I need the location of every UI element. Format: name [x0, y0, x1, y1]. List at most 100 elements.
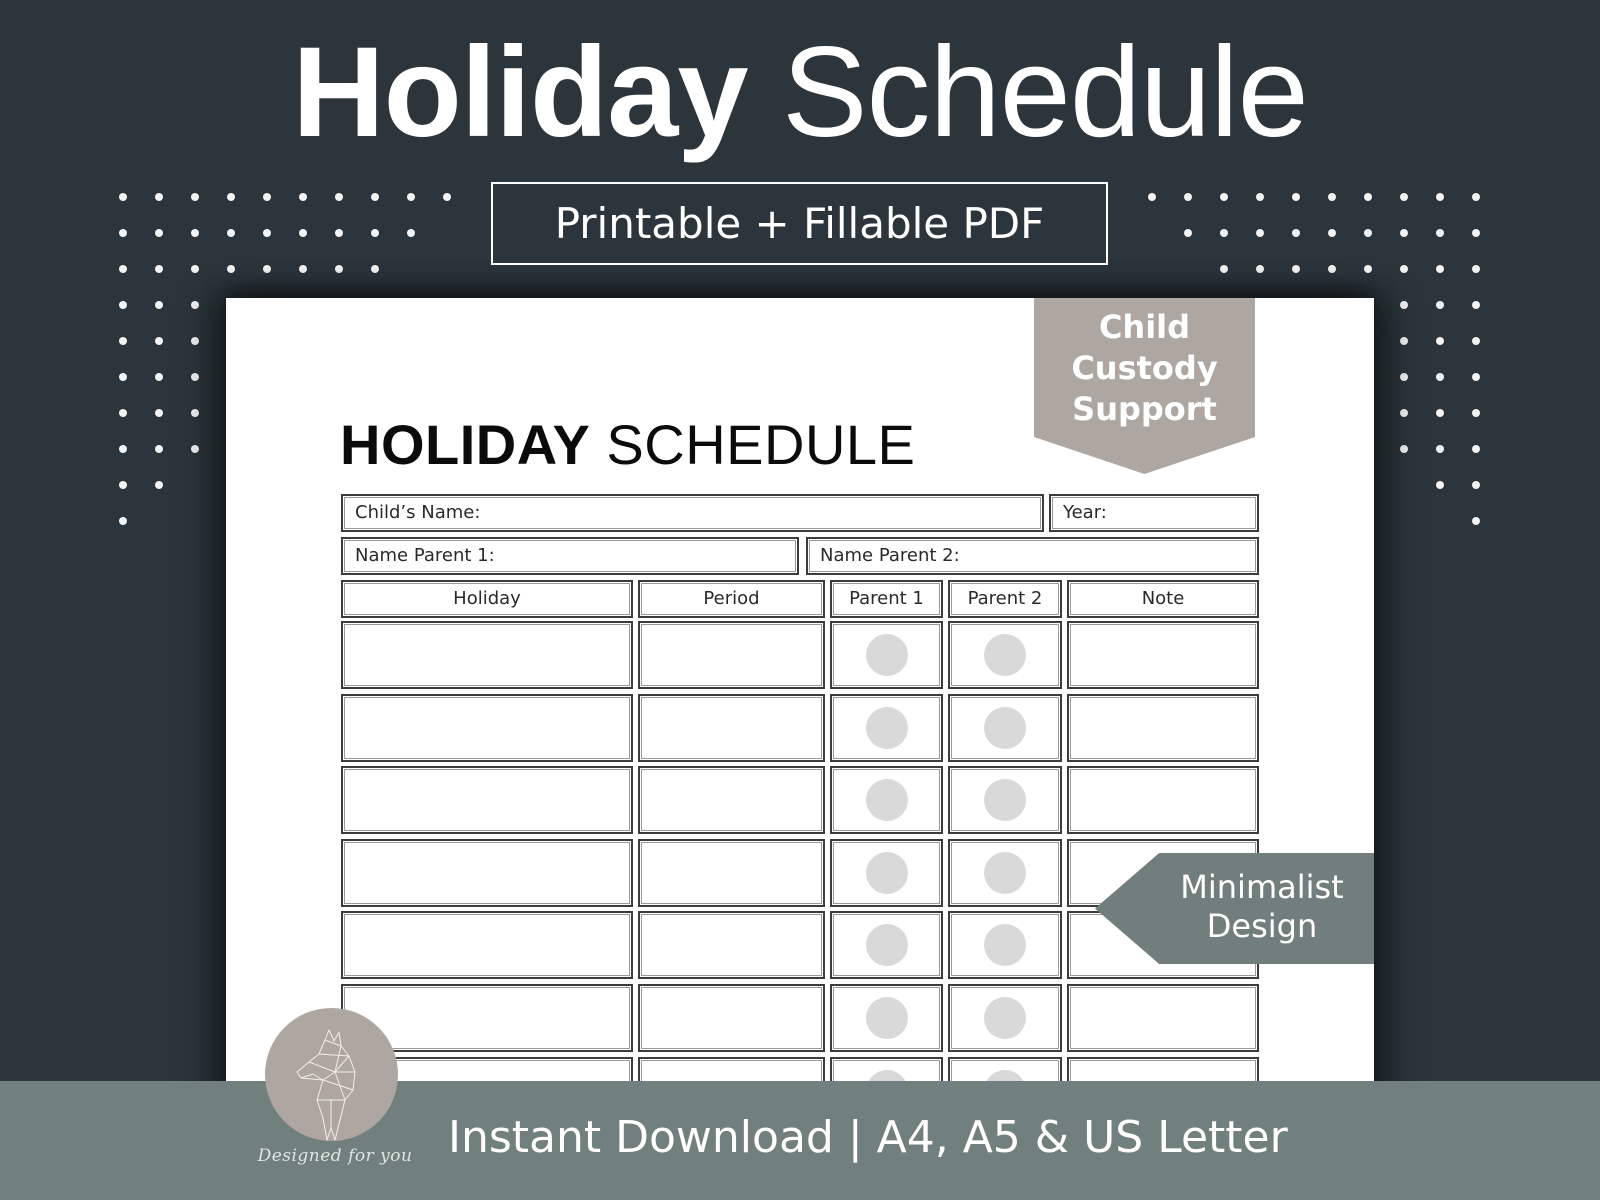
- period-cell[interactable]: [638, 984, 825, 1052]
- parent1-cell[interactable]: [830, 621, 943, 689]
- decorative-dot: [119, 337, 127, 345]
- decorative-dot: [1472, 337, 1480, 345]
- decorative-dot: [371, 193, 379, 201]
- decorative-dot: [227, 265, 235, 273]
- radio-button[interactable]: [865, 779, 908, 821]
- decorative-dot: [443, 193, 451, 201]
- decorative-dot: [1364, 193, 1372, 201]
- decorative-dot: [1292, 265, 1300, 273]
- decorative-dot: [1256, 193, 1264, 201]
- note-cell[interactable]: [1067, 766, 1259, 834]
- parent1-name-field[interactable]: Name Parent 1:: [341, 537, 799, 575]
- radio-button[interactable]: [865, 924, 908, 966]
- radio-button[interactable]: [865, 997, 908, 1039]
- parent2-cell[interactable]: [948, 839, 1062, 907]
- decorative-dot: [299, 193, 307, 201]
- decorative-dot: [1364, 265, 1372, 273]
- decorative-dot: [1220, 229, 1228, 237]
- radio-button[interactable]: [865, 707, 908, 749]
- decorative-dot: [1400, 409, 1408, 417]
- column-header-label: Holiday: [453, 588, 521, 609]
- decorative-dot: [191, 445, 199, 453]
- note-cell[interactable]: [1067, 984, 1259, 1052]
- main-title-light: Schedule: [782, 21, 1309, 164]
- decorative-dot: [119, 445, 127, 453]
- holiday-cell[interactable]: [341, 621, 633, 689]
- decorative-dot: [1472, 373, 1480, 381]
- decorative-dot: [119, 193, 127, 201]
- decorative-dot: [155, 265, 163, 273]
- parent2-name-field[interactable]: Name Parent 2:: [806, 537, 1259, 575]
- period-cell[interactable]: [638, 621, 825, 689]
- radio-button[interactable]: [984, 779, 1026, 821]
- decorative-dot: [119, 229, 127, 237]
- holiday-cell[interactable]: [341, 694, 633, 762]
- parent1-cell[interactable]: [830, 766, 943, 834]
- decorative-dot: [227, 193, 235, 201]
- decorative-dot: [1256, 229, 1264, 237]
- year-field[interactable]: Year:: [1049, 494, 1259, 532]
- radio-button[interactable]: [865, 852, 908, 894]
- logo-caption: Designed for you: [257, 1146, 413, 1166]
- decorative-dot: [1328, 265, 1336, 273]
- parent2-cell[interactable]: [948, 694, 1062, 762]
- parent1-cell[interactable]: [830, 839, 943, 907]
- radio-button[interactable]: [984, 852, 1026, 894]
- decorative-dot: [1436, 265, 1444, 273]
- period-cell[interactable]: [638, 766, 825, 834]
- main-title-bold: Holiday: [292, 21, 748, 164]
- period-cell[interactable]: [638, 839, 825, 907]
- footer-text: Instant Download | A4, A5 & US Letter: [448, 1112, 1288, 1163]
- decorative-dot: [1436, 445, 1444, 453]
- decorative-dot: [1400, 193, 1408, 201]
- decorative-dot: [119, 265, 127, 273]
- holiday-cell[interactable]: [341, 766, 633, 834]
- radio-button[interactable]: [984, 707, 1026, 749]
- decorative-dot: [1364, 229, 1372, 237]
- parent2-cell[interactable]: [948, 984, 1062, 1052]
- radio-button[interactable]: [984, 634, 1026, 676]
- parent2-cell[interactable]: [948, 766, 1062, 834]
- period-cell[interactable]: [638, 694, 825, 762]
- decorative-dot: [1292, 229, 1300, 237]
- decorative-dot: [1400, 337, 1408, 345]
- column-header-label: Parent 2: [967, 588, 1043, 609]
- custody-badge-line: Child: [1098, 308, 1191, 346]
- decorative-dot: [191, 337, 199, 345]
- decorative-dot: [119, 409, 127, 417]
- decorative-dot: [191, 193, 199, 201]
- decorative-dot: [191, 301, 199, 309]
- parent1-cell[interactable]: [830, 694, 943, 762]
- radio-button[interactable]: [984, 924, 1026, 966]
- decorative-dot: [335, 229, 343, 237]
- holiday-cell[interactable]: [341, 839, 633, 907]
- parent2-cell[interactable]: [948, 911, 1062, 979]
- parent2-cell[interactable]: [948, 621, 1062, 689]
- decorative-dot: [1220, 265, 1228, 273]
- decorative-dot: [1292, 193, 1300, 201]
- subtitle-text: Printable + Fillable PDF: [554, 199, 1045, 248]
- decorative-dot: [1472, 265, 1480, 273]
- parent1-cell[interactable]: [830, 984, 943, 1052]
- note-cell[interactable]: [1067, 621, 1259, 689]
- decorative-dot: [1328, 193, 1336, 201]
- decorative-dot: [1436, 409, 1444, 417]
- parent1-cell[interactable]: [830, 911, 943, 979]
- radio-button[interactable]: [984, 997, 1026, 1039]
- decorative-dot: [1400, 445, 1408, 453]
- decorative-dot: [371, 265, 379, 273]
- note-cell[interactable]: [1067, 694, 1259, 762]
- main-title: Holiday Schedule: [0, 18, 1600, 168]
- decorative-dot: [1436, 481, 1444, 489]
- minimalist-badge-line: Design: [1206, 907, 1318, 945]
- custody-badge-text: Child Custody Support: [1034, 307, 1255, 430]
- decorative-dot: [299, 229, 307, 237]
- period-cell[interactable]: [638, 911, 825, 979]
- parent2-name-label: Name Parent 2:: [820, 545, 960, 566]
- decorative-dot: [1400, 301, 1408, 309]
- child-name-field[interactable]: Child’s Name:: [341, 494, 1044, 532]
- column-header-label: Note: [1141, 588, 1185, 609]
- holiday-cell[interactable]: [341, 911, 633, 979]
- radio-button[interactable]: [865, 634, 908, 676]
- column-header-label: Period: [703, 588, 760, 609]
